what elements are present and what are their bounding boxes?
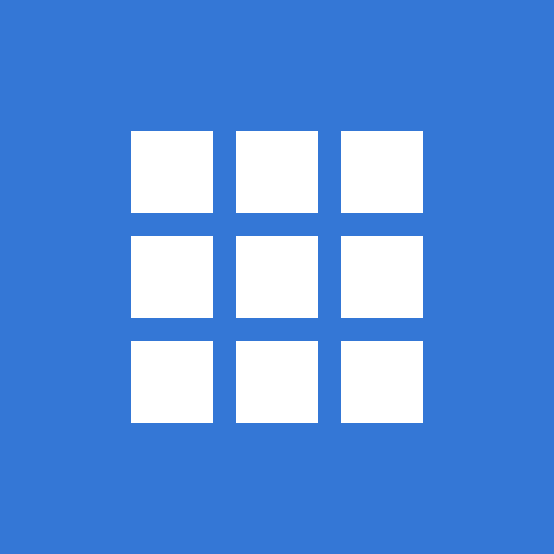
grid-cell [341, 341, 423, 423]
app-launcher-tile[interactable] [0, 0, 554, 554]
grid-cell [131, 236, 213, 318]
grid-cell [131, 341, 213, 423]
grid-cell [131, 131, 213, 213]
grid-cell [341, 131, 423, 213]
grid-cell [341, 236, 423, 318]
app-grid-icon [131, 131, 423, 423]
grid-cell [236, 131, 318, 213]
grid-cell [236, 341, 318, 423]
grid-cell [236, 236, 318, 318]
